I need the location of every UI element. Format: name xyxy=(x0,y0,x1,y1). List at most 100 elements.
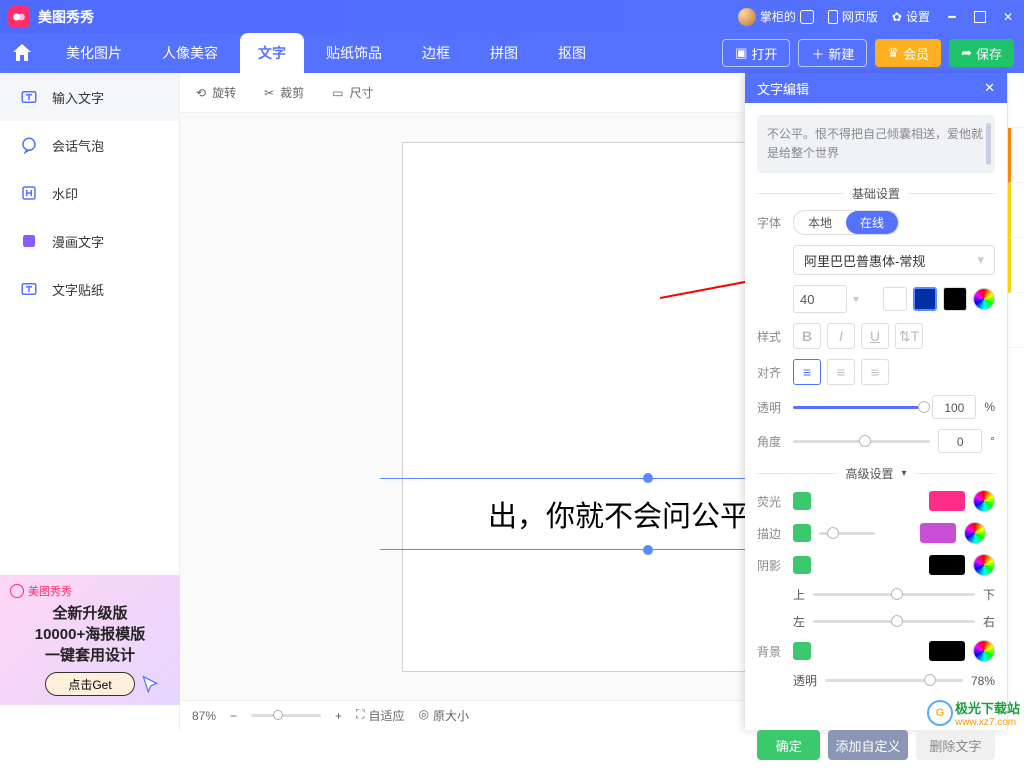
bg-enable-chip[interactable] xyxy=(793,642,811,660)
angle-slider[interactable] xyxy=(793,440,930,443)
tab-stickers[interactable]: 贴纸饰品 xyxy=(308,33,400,73)
user-menu[interactable]: 掌柜的 xyxy=(738,8,814,26)
color-blue[interactable] xyxy=(913,287,937,311)
align-center-button[interactable]: ≡ xyxy=(827,359,855,385)
new-button[interactable]: ＋新建 xyxy=(798,39,867,67)
selection-top-handle[interactable] xyxy=(643,473,653,483)
selection-bottom-handle[interactable] xyxy=(643,545,653,555)
italic-button[interactable]: I xyxy=(827,323,855,349)
shadow-color[interactable] xyxy=(929,555,965,575)
glow-enable-chip[interactable] xyxy=(793,492,811,510)
home-icon[interactable] xyxy=(10,41,34,65)
strip-item[interactable] xyxy=(1008,73,1024,128)
promo-line2: 10000+海报模版 xyxy=(10,624,170,645)
shadow-color-picker-icon[interactable] xyxy=(973,554,995,576)
zoom-slider[interactable] xyxy=(251,714,321,717)
vertical-text-button[interactable]: ⇅T xyxy=(895,323,923,349)
zoom-out-button[interactable]: − xyxy=(230,709,237,723)
delete-text-button[interactable]: 删除文字 xyxy=(916,730,995,760)
promo-line3: 一键套用设计 xyxy=(10,645,170,666)
sidebar-item-text-sticker[interactable]: 文字贴纸 xyxy=(0,265,179,313)
shadow-enable-chip[interactable] xyxy=(793,556,811,574)
chevron-down-icon: ▾ xyxy=(902,468,907,479)
save-icon: ➦ xyxy=(961,45,972,61)
open-button[interactable]: ▣打开 xyxy=(722,39,790,67)
advanced-section-title[interactable]: 高级设置▾ xyxy=(757,465,995,482)
tab-beautify[interactable]: 美化图片 xyxy=(48,33,140,73)
scrollbar-thumb[interactable] xyxy=(986,123,991,165)
font-local-tab[interactable]: 本地 xyxy=(794,211,846,234)
bubble-icon xyxy=(20,136,38,154)
panel-close-button[interactable]: ✕ xyxy=(984,80,995,96)
glow-color-picker-icon[interactable] xyxy=(973,490,995,512)
opacity-slider[interactable] xyxy=(793,406,924,409)
bg-opacity-slider[interactable] xyxy=(825,679,963,682)
save-button[interactable]: ➦保存 xyxy=(949,39,1014,67)
strip-item[interactable] xyxy=(1008,128,1024,183)
bold-button[interactable]: B xyxy=(793,323,821,349)
watermark-badge-icon: G xyxy=(927,700,953,726)
close-button[interactable]: ✕ xyxy=(1000,9,1016,25)
scissors-icon: ✂ xyxy=(264,86,274,100)
align-left-button[interactable]: ≡ xyxy=(793,359,821,385)
size-stepper-icon[interactable]: ▾ xyxy=(853,292,859,306)
font-select[interactable]: 阿里巴巴普惠体-常规 xyxy=(793,245,995,275)
sidebar-item-input-text[interactable]: 输入文字 xyxy=(0,73,179,121)
strip-item[interactable] xyxy=(1008,238,1024,293)
shadow-right-label: 右 xyxy=(983,613,995,630)
sidebar-item-watermark[interactable]: 水印 xyxy=(0,169,179,217)
maximize-button[interactable] xyxy=(974,11,986,23)
color-white[interactable] xyxy=(883,287,907,311)
color-picker-icon[interactable] xyxy=(973,288,995,310)
tab-border[interactable]: 边框 xyxy=(404,33,468,73)
underline-button[interactable]: U xyxy=(861,323,889,349)
strip-item[interactable] xyxy=(1008,183,1024,238)
stroke-slider[interactable] xyxy=(819,532,875,535)
font-source-toggle: 本地 在线 xyxy=(793,210,899,235)
fit-button[interactable]: ⛶自适应 xyxy=(356,707,404,724)
avatar-icon xyxy=(738,8,756,26)
tab-collage[interactable]: 拼图 xyxy=(472,33,536,73)
rotate-tool[interactable]: ⟲旋转 xyxy=(196,84,236,101)
original-size-button[interactable]: ◎原大小 xyxy=(418,707,469,724)
font-online-tab[interactable]: 在线 xyxy=(846,211,898,234)
shadow-horizontal-slider[interactable] xyxy=(813,620,975,623)
promo-banner[interactable]: 美图秀秀 全新升级版 10000+海报模版 一键套用设计 点击Get xyxy=(0,575,180,705)
canvas[interactable] xyxy=(402,142,802,672)
web-version-link[interactable]: 网页版 xyxy=(828,8,878,25)
strip-item[interactable] xyxy=(1008,293,1024,348)
stroke-color[interactable] xyxy=(920,523,956,543)
align-right-button[interactable]: ≡ xyxy=(861,359,889,385)
angle-value[interactable]: 0 xyxy=(938,429,982,453)
opacity-value[interactable]: 100 xyxy=(932,395,976,419)
promo-brand: 美图秀秀 xyxy=(10,583,170,599)
settings-link[interactable]: ✿ 设置 xyxy=(892,8,930,25)
stroke-enable-chip[interactable] xyxy=(793,524,811,542)
crop-tool[interactable]: ✂裁剪 xyxy=(264,84,304,101)
bg-color-picker-icon[interactable] xyxy=(973,640,995,662)
zoom-value: 87% xyxy=(192,709,216,723)
plus-icon: ＋ xyxy=(811,44,824,63)
tab-text[interactable]: 文字 xyxy=(240,33,304,73)
text-content-input[interactable]: 不公平。恨不得把自己倾囊相送，爱他就是给整个世界 xyxy=(757,115,995,173)
bg-color[interactable] xyxy=(929,641,965,661)
panel-header: 文字编辑 ✕ xyxy=(745,73,1007,103)
title-bar: 美图秀秀 掌柜的 网页版 ✿ 设置 ━ ✕ xyxy=(0,0,1024,33)
size-tool[interactable]: ▭尺寸 xyxy=(332,84,373,101)
confirm-button[interactable]: 确定 xyxy=(757,730,820,760)
tab-cutout[interactable]: 抠图 xyxy=(540,33,604,73)
sidebar-item-bubble[interactable]: 会话气泡 xyxy=(0,121,179,169)
stroke-color-picker-icon[interactable] xyxy=(964,522,986,544)
color-black[interactable] xyxy=(943,287,967,311)
sidebar-item-comic-text[interactable]: 漫画文字 xyxy=(0,217,179,265)
minimize-button[interactable]: ━ xyxy=(944,9,960,25)
add-custom-button[interactable]: 添加自定义 xyxy=(828,730,907,760)
glow-color[interactable] xyxy=(929,491,965,511)
shadow-vertical-slider[interactable] xyxy=(813,593,975,596)
zoom-in-button[interactable]: + xyxy=(335,709,342,723)
vip-button[interactable]: ♛会员 xyxy=(875,39,941,67)
promo-cta-button[interactable]: 点击Get xyxy=(45,672,135,696)
tab-portrait[interactable]: 人像美容 xyxy=(144,33,236,73)
bg-opacity-label: 透明 xyxy=(793,672,817,689)
font-size-input[interactable]: 40 xyxy=(793,285,847,313)
